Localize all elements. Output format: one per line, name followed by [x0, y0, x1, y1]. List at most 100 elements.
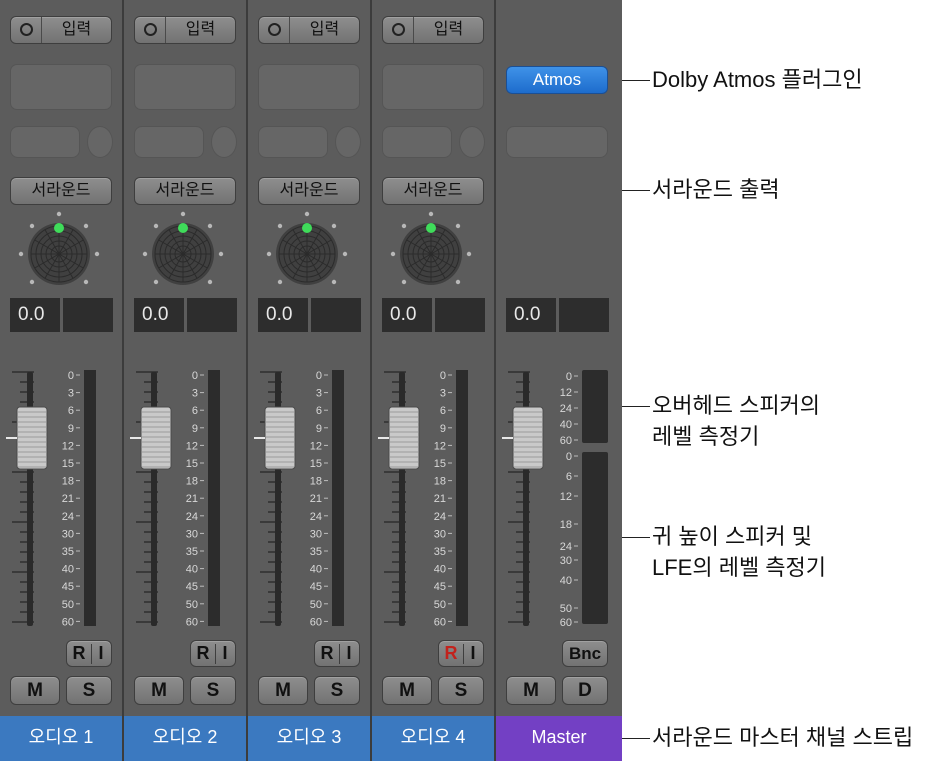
volume-fader-handle[interactable]: [264, 406, 296, 470]
record-enable-button[interactable]: R: [67, 641, 91, 666]
send-slot[interactable]: [10, 126, 80, 158]
surround-panner-icon[interactable]: [14, 208, 104, 298]
volume-fader-handle[interactable]: [388, 406, 420, 470]
meter-scale-label: 24: [310, 511, 322, 523]
send-slot[interactable]: [258, 126, 328, 158]
solo-button[interactable]: S: [66, 676, 112, 705]
overhead-level-meter: [582, 370, 608, 443]
channel-strip: 입력 서라운드 0.0 0 3 6 9 12 15 18 21 24 30 35 40 45 50 60 R I M S 오…: [0, 0, 124, 761]
panner-speaker-dot: [153, 223, 159, 229]
input-label: 입력: [309, 21, 340, 38]
panner-speaker-dot: [342, 251, 348, 257]
pan-readout[interactable]: [187, 298, 237, 332]
volume-readout[interactable]: 0.0: [10, 298, 60, 332]
pan-readout[interactable]: [311, 298, 361, 332]
meter-scale-label: 30: [62, 528, 74, 540]
volume-readout[interactable]: 0.0: [258, 298, 308, 332]
panner-position-dot: [178, 223, 188, 233]
fader-section: 0 12 24 40 60 0 6 12 18 24 30 40 50 60: [496, 360, 620, 630]
meter-scale-label: 18: [186, 476, 198, 488]
panner-speaker-dot: [277, 223, 283, 229]
meter-scale-label: 45: [434, 581, 446, 593]
mute-button[interactable]: M: [134, 676, 184, 705]
panner-speaker-dot: [466, 251, 472, 257]
record-enable-button[interactable]: R: [191, 641, 215, 666]
surround-output-button[interactable]: 서라운드: [258, 177, 360, 205]
callout-plugin: Dolby Atmos 플러그인: [652, 67, 863, 92]
panner-speaker-dot: [390, 251, 396, 257]
audio-fx-slot[interactable]: [382, 64, 484, 110]
surround-panner-icon[interactable]: [138, 208, 228, 298]
solo-button[interactable]: S: [314, 676, 360, 705]
channel-name[interactable]: 오디오 3: [248, 716, 370, 761]
meter-scale-label: 45: [310, 581, 322, 593]
input-monitor-button[interactable]: I: [215, 641, 235, 666]
send-knob[interactable]: [459, 126, 485, 158]
ear-level-meter-scale-label: 18: [560, 519, 572, 531]
callout-ear-level-meter: 귀 높이 스피커 및 LFE의 레벨 측정기: [652, 524, 827, 580]
pan-readout[interactable]: [63, 298, 113, 332]
mute-button[interactable]: M: [258, 676, 308, 705]
circle-icon[interactable]: [20, 23, 33, 36]
volume-readout[interactable]: 0.0: [134, 298, 184, 332]
channel-strip: 입력 서라운드 0.0 0 3 6 9 12 15 18 21 24 30 35 40 45 50 60 R I M S 오…: [248, 0, 372, 761]
master-channel-name[interactable]: Master: [496, 716, 622, 761]
volume-fader-handle[interactable]: [512, 406, 544, 470]
surround-output-button[interactable]: 서라운드: [10, 177, 112, 205]
ear-level-meter: [582, 452, 608, 624]
record-input-monitor-buttons[interactable]: RI: [66, 640, 112, 667]
meter-scale-label: 9: [192, 423, 198, 435]
input-button[interactable]: 입력: [10, 16, 112, 44]
solo-button[interactable]: S: [438, 676, 484, 705]
send-knob[interactable]: [211, 126, 237, 158]
volume-readout[interactable]: 0.0: [382, 298, 432, 332]
audio-fx-slot[interactable]: [10, 64, 112, 110]
circle-icon[interactable]: [392, 23, 405, 36]
ear-level-meter-scale-label: 24: [560, 541, 572, 553]
input-button[interactable]: 입력: [382, 16, 484, 44]
circle-icon[interactable]: [144, 23, 157, 36]
input-button[interactable]: 입력: [134, 16, 236, 44]
callout-line-output: [622, 190, 650, 191]
channel-name[interactable]: 오디오 1: [0, 716, 122, 761]
master-send-slot[interactable]: [506, 126, 608, 158]
record-input-monitor-buttons[interactable]: RI: [190, 640, 236, 667]
record-enable-button[interactable]: R: [315, 641, 339, 666]
record-enable-button[interactable]: R: [439, 641, 463, 666]
record-input-monitor-buttons[interactable]: RI: [438, 640, 484, 667]
meter-scale-label: 40: [434, 564, 446, 576]
record-input-monitor-buttons[interactable]: RI: [314, 640, 360, 667]
send-knob[interactable]: [87, 126, 113, 158]
audio-fx-slot[interactable]: [258, 64, 360, 110]
bounce-button[interactable]: Bnc: [562, 640, 608, 667]
surround-panner-icon[interactable]: [386, 208, 476, 298]
master-mute-button[interactable]: M: [506, 676, 556, 705]
input-monitor-button[interactable]: I: [339, 641, 359, 666]
surround-panner-icon[interactable]: [262, 208, 352, 298]
surround-output-button[interactable]: 서라운드: [382, 177, 484, 205]
meter-scale-label: 21: [310, 493, 322, 505]
solo-button[interactable]: S: [190, 676, 236, 705]
input-button[interactable]: 입력: [258, 16, 360, 44]
atmos-plugin-button[interactable]: Atmos: [506, 66, 608, 94]
audio-fx-slot[interactable]: [134, 64, 236, 110]
send-knob[interactable]: [335, 126, 361, 158]
send-slot[interactable]: [134, 126, 204, 158]
input-monitor-button[interactable]: I: [91, 641, 111, 666]
dim-button[interactable]: D: [562, 676, 608, 705]
mute-button[interactable]: M: [382, 676, 432, 705]
mute-button[interactable]: M: [10, 676, 60, 705]
volume-fader-handle[interactable]: [16, 406, 48, 470]
channel-name[interactable]: 오디오 4: [372, 716, 494, 761]
input-monitor-button[interactable]: I: [463, 641, 483, 666]
master-volume-readout[interactable]: 0.0: [506, 298, 556, 332]
send-slot[interactable]: [382, 126, 452, 158]
master-peak-readout[interactable]: [559, 298, 609, 332]
volume-fader-handle[interactable]: [140, 406, 172, 470]
channel-name[interactable]: 오디오 2: [124, 716, 246, 761]
circle-icon[interactable]: [268, 23, 281, 36]
surround-output-button[interactable]: 서라운드: [134, 177, 236, 205]
pan-readout[interactable]: [435, 298, 485, 332]
meter-scale-label: 15: [434, 458, 446, 470]
meter-scale-label: 9: [68, 423, 74, 435]
